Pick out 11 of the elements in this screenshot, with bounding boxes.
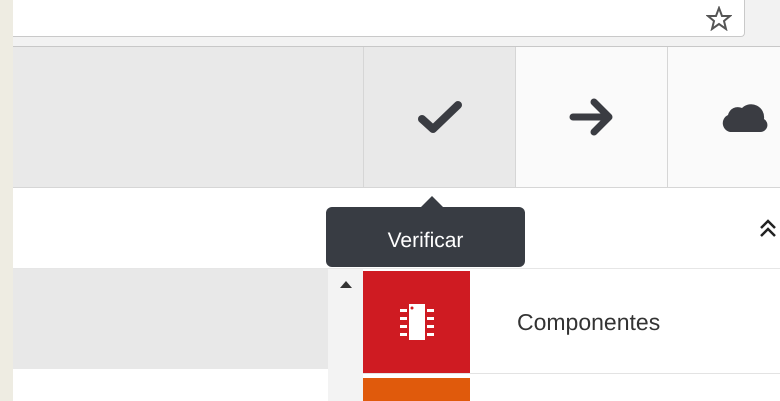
toolbar-button[interactable] <box>667 47 780 187</box>
category-label: Componentes <box>516 308 660 336</box>
chip-icon <box>398 303 434 341</box>
toolbar-button[interactable] <box>515 47 667 187</box>
checkmark-icon <box>416 100 462 134</box>
star-icon[interactable] <box>706 6 732 30</box>
double-chevron-up-icon[interactable] <box>758 218 778 238</box>
category-item[interactable]: Componentes <box>363 271 780 374</box>
scroll-up-icon[interactable] <box>340 281 352 288</box>
tooltip: Verificar <box>326 207 525 267</box>
arrow-right-icon <box>568 98 614 136</box>
